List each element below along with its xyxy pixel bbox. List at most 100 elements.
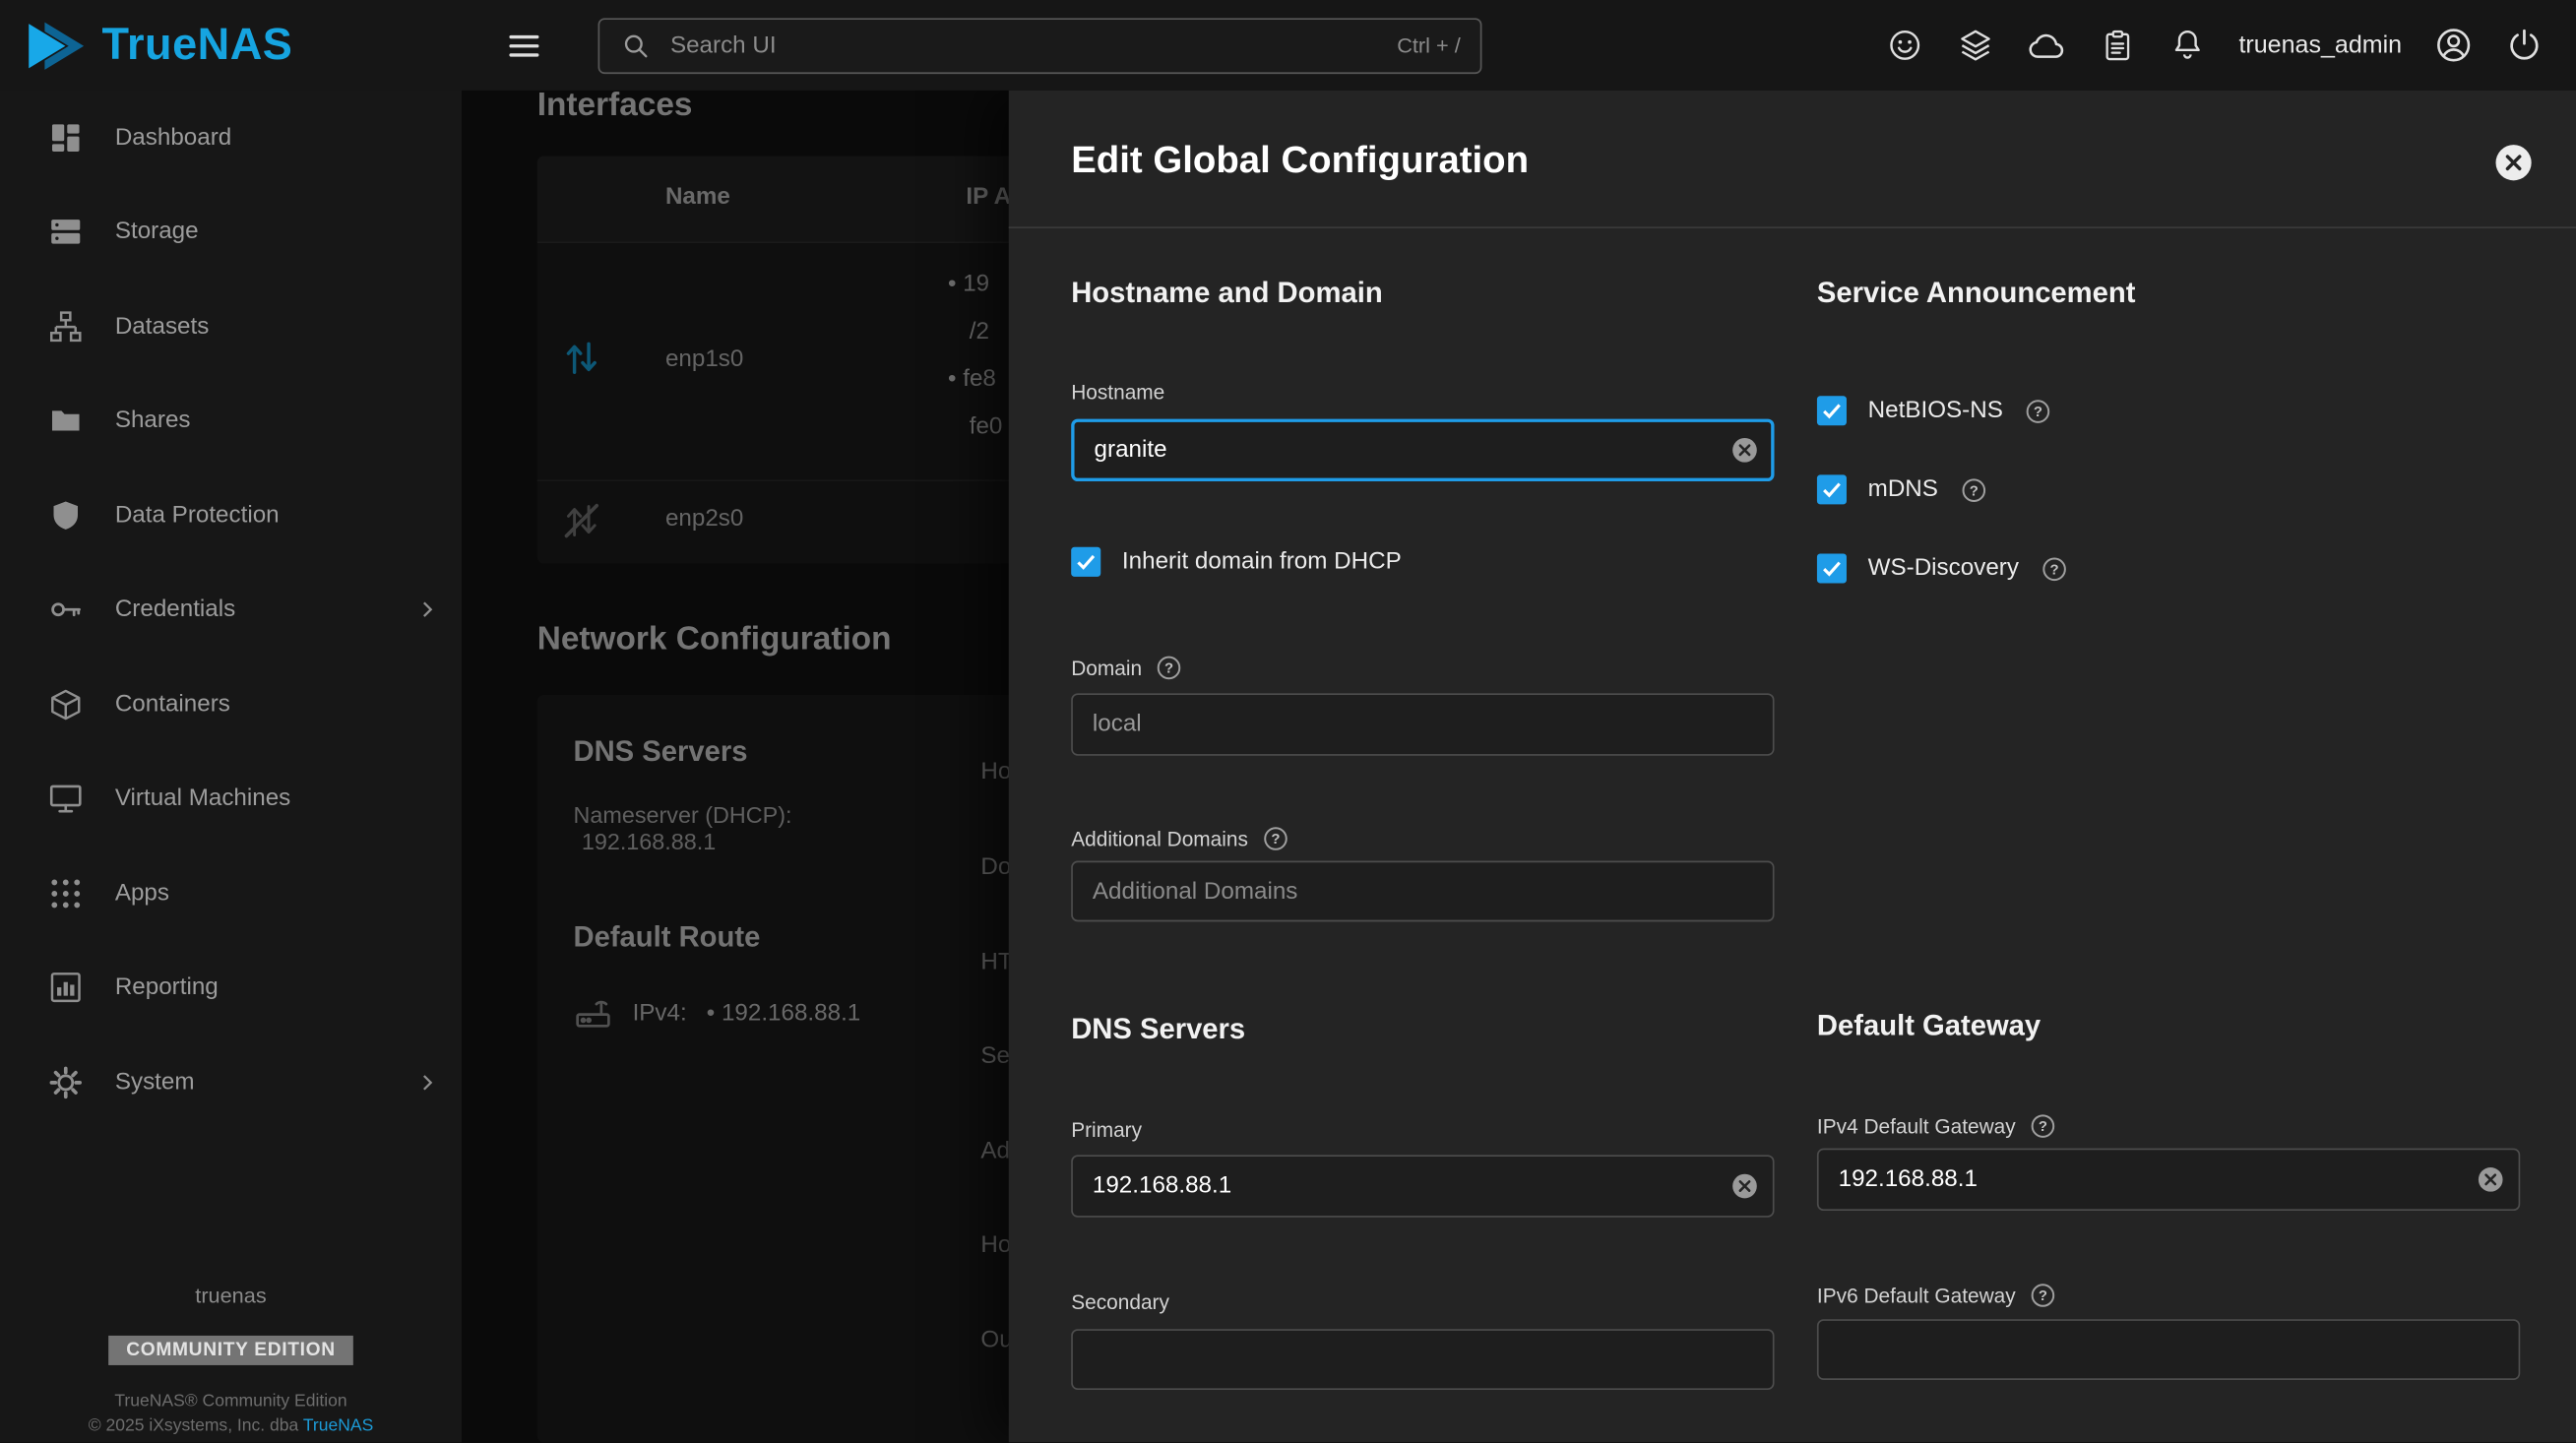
feedback-icon[interactable] <box>1876 16 1935 75</box>
sidebar-footer: truenas COMMUNITY EDITION TrueNAS® Commu… <box>0 1284 462 1436</box>
help-icon[interactable]: ? <box>1155 654 1182 681</box>
shares-icon <box>47 403 84 439</box>
sidebar-item-shares[interactable]: Shares <box>0 374 462 469</box>
ipv4-gateway-input[interactable] <box>1817 1149 2520 1211</box>
additional-domains-label-text: Additional Domains <box>1071 827 1248 849</box>
logged-in-username[interactable]: truenas_admin <box>2238 31 2402 59</box>
checkbox-checked[interactable] <box>1071 547 1100 577</box>
hostname-field-label: Hostname <box>1071 378 1774 406</box>
checkbox-checked[interactable] <box>1817 474 1847 504</box>
ipv4-gateway-label: IPv4 Default Gateway ? <box>1817 1112 2520 1140</box>
menu-toggle-icon[interactable] <box>498 19 550 71</box>
inherit-domain-label: Inherit domain from DHCP <box>1122 548 1402 575</box>
sidebar-item-dashboard[interactable]: Dashboard <box>0 91 462 185</box>
reporting-icon <box>47 970 84 1006</box>
dns-servers-section-title: DNS Servers <box>1071 1012 1774 1046</box>
copyright-link[interactable]: TrueNAS <box>303 1416 373 1436</box>
data-protection-icon <box>47 497 84 533</box>
secondary-dns-field <box>1071 1329 1774 1390</box>
clear-icon[interactable] <box>1729 435 1759 465</box>
ipv6-gateway-label: IPv6 Default Gateway ? <box>1817 1282 2520 1309</box>
search-shortcut-hint: Ctrl + / <box>1397 32 1461 57</box>
chevron-right-icon <box>412 1067 442 1097</box>
domain-input[interactable] <box>1071 693 1774 755</box>
containers-icon <box>47 686 84 722</box>
ws-discovery-checkbox-row: WS-Discovery ? <box>1817 552 2520 585</box>
help-icon[interactable]: ? <box>2041 554 2068 582</box>
checkbox-checked[interactable] <box>1817 396 1847 425</box>
sidebar-item-datasets[interactable]: Datasets <box>0 280 462 374</box>
sidebar-item-credentials[interactable]: Credentials <box>0 563 462 658</box>
sidebar-item-virtual-machines[interactable]: Virtual Machines <box>0 752 462 847</box>
svg-text:?: ? <box>2049 562 2058 578</box>
sidebar-item-apps[interactable]: Apps <box>0 847 462 941</box>
hostname-input[interactable] <box>1071 419 1774 481</box>
jobs-icon[interactable] <box>2088 16 2147 75</box>
sidebar-item-label: Containers <box>115 691 230 718</box>
cloud-icon[interactable] <box>2017 16 2076 75</box>
sidebar-item-label: Shares <box>115 408 191 434</box>
top-right-actions: truenas_admin <box>1876 16 2576 75</box>
svg-text:?: ? <box>2039 1119 2047 1135</box>
secondary-dns-input[interactable] <box>1071 1329 1774 1390</box>
sidebar-item-label: Dashboard <box>115 124 231 151</box>
help-icon[interactable]: ? <box>2025 397 2052 424</box>
default-gateway-section-title: Default Gateway <box>1817 1009 2520 1043</box>
domain-label-text: Domain <box>1071 657 1142 679</box>
service-announcement-section-title: Service Announcement <box>1817 276 2520 310</box>
sidebar-item-storage[interactable]: Storage <box>0 185 462 280</box>
credentials-icon <box>47 592 84 628</box>
apps-icon <box>47 875 84 911</box>
additional-domains-field <box>1071 861 1774 922</box>
sidebar-item-system[interactable]: System <box>0 1035 462 1129</box>
sidebar-item-label: Virtual Machines <box>115 785 290 812</box>
sidebar-item-data-protection[interactable]: Data Protection <box>0 469 462 563</box>
sidebar-item-reporting[interactable]: Reporting <box>0 941 462 1035</box>
sidebar-item-label: Reporting <box>115 974 219 1001</box>
additional-domains-input[interactable] <box>1071 861 1774 922</box>
clear-icon[interactable] <box>2476 1164 2505 1194</box>
ipv6-gateway-input[interactable] <box>1817 1319 2520 1380</box>
help-icon[interactable]: ? <box>1261 825 1288 852</box>
logo-text: TrueNAS <box>101 20 292 71</box>
storage-icon <box>47 214 84 250</box>
power-icon[interactable] <box>2494 16 2553 75</box>
sidebar-item-label: System <box>115 1069 195 1096</box>
help-icon[interactable]: ? <box>1960 475 1987 503</box>
ipv6-gateway-label-text: IPv6 Default Gateway <box>1817 1284 2016 1306</box>
edition-badge: COMMUNITY EDITION <box>108 1337 353 1366</box>
svg-text:?: ? <box>2039 1288 2047 1304</box>
ipv4-gateway-label-text: IPv4 Default Gateway <box>1817 1114 2016 1137</box>
help-icon[interactable]: ? <box>2029 1282 2056 1309</box>
sidebar-item-label: Apps <box>115 880 169 907</box>
primary-dns-input[interactable] <box>1071 1155 1774 1217</box>
close-icon[interactable] <box>2492 142 2535 184</box>
vm-icon <box>47 781 84 817</box>
sidebar-item-containers[interactable]: Containers <box>0 658 462 752</box>
help-icon[interactable]: ? <box>2029 1112 2056 1140</box>
secondary-dns-label: Secondary <box>1071 1288 1774 1316</box>
stacks-icon[interactable] <box>1946 16 2005 75</box>
sidebar-item-label: Credentials <box>115 596 235 623</box>
checkbox-checked[interactable] <box>1817 553 1847 583</box>
search-input[interactable] <box>667 31 1383 60</box>
ws-discovery-label: WS-Discovery <box>1868 555 2019 582</box>
copyright-label: © 2025 iXsystems, Inc. dba <box>89 1416 299 1436</box>
user-avatar-icon[interactable] <box>2423 16 2482 75</box>
svg-text:?: ? <box>1969 482 1978 498</box>
datasets-icon <box>47 308 84 345</box>
system-gear-icon <box>47 1064 84 1100</box>
mdns-label: mDNS <box>1868 476 1938 503</box>
netbios-label: NetBIOS-NS <box>1868 398 2003 424</box>
panel-header: Edit Global Configuration <box>1009 91 2576 228</box>
netbios-checkbox-row: NetBIOS-NS ? <box>1817 395 2520 427</box>
dashboard-icon <box>47 119 84 156</box>
alerts-bell-icon[interactable] <box>2159 16 2218 75</box>
sidebar-item-label: Datasets <box>115 313 210 340</box>
mdns-checkbox-row: mDNS ? <box>1817 473 2520 506</box>
truenas-logo[interactable]: TrueNAS <box>0 18 462 74</box>
svg-text:?: ? <box>1164 661 1173 677</box>
clear-icon[interactable] <box>1729 1171 1759 1201</box>
sidebar-item-label: Storage <box>115 219 199 245</box>
edit-global-configuration-panel: Edit Global Configuration Hostname and D… <box>1009 91 2576 1443</box>
